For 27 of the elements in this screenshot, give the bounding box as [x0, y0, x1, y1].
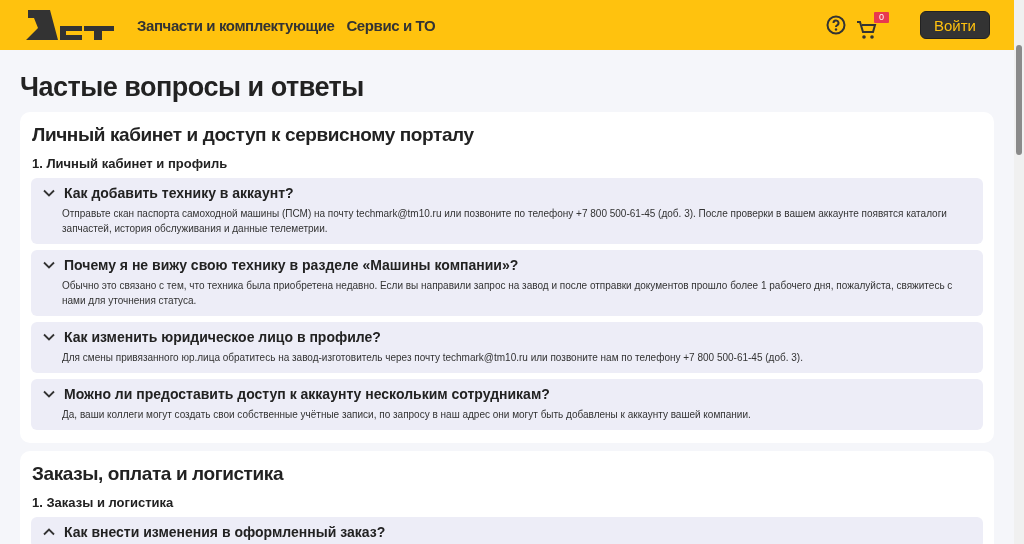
section-title: Заказы, оплата и логистика [32, 462, 285, 486]
scrollbar[interactable] [1014, 0, 1024, 544]
cart-count-badge: 0 [874, 12, 889, 23]
nav-link[interactable]: Сервис и ТО [346, 16, 436, 34]
faq-answer: Обычно это связано с тем, что техника была приобретена недавно. Если вы направили запрос на завод и после отправки документов прошло более 1 рабочего дня, пожалуйста, свяжитесь с нами для уточнения статуса. [62, 279, 954, 308]
chevron-icon[interactable] [43, 333, 55, 341]
page-title: Частые вопросы и ответы [20, 71, 365, 104]
faq-answer: Да, ваши коллеги могут создать свои собственные учётные записи, по запросу в наш адрес они могут быть добавлены к аккаунту вашей компании. [62, 408, 752, 422]
section-subtitle: 1. Личный кабинет и профиль [32, 156, 229, 172]
faq-question[interactable]: Как добавить технику в аккаунт? [64, 185, 294, 201]
faq-answer: Для смены привязанного юр.лица обратитесь на завод-изготовитель через почту techmark@tm10.ru или позвоните нам по телефону +7 800 500-61-45 (доб. 3). [62, 351, 804, 365]
faq-question[interactable]: Можно ли предоставить доступ к аккаунту нескольким сотрудникам? [64, 386, 550, 402]
section-subtitle: 1. Заказы и логистика [32, 495, 175, 511]
section-title: Личный кабинет и доступ к сервисному порталу [32, 123, 475, 147]
help-icon[interactable] [826, 15, 846, 35]
faq-answer: Отправьте скан паспорта самоходной машины (ПСМ) на почту techmark@tm10.ru или позвоните по телефону +7 800 500-61-45 (доб. 3). После проверки в вашем аккаунте появятся каталоги запчастей, история обслуживания и данные телеметрии. [62, 207, 948, 236]
chevron-icon[interactable] [43, 528, 55, 536]
faq-question[interactable]: Как изменить юридическое лицо в профиле? [64, 329, 381, 345]
login-button[interactable]: Войти [920, 11, 990, 39]
nav-link[interactable]: Запчасти и комплектующие [137, 16, 335, 34]
logo-icon[interactable] [24, 8, 115, 42]
cart-icon[interactable] [856, 20, 878, 40]
faq-question[interactable]: Почему я не вижу свою технику в разделе «Машины компании»? [64, 257, 519, 273]
faq-question[interactable]: Как внести изменения в оформленный заказ? [64, 524, 386, 540]
chevron-icon[interactable] [43, 261, 55, 269]
chevron-icon[interactable] [43, 390, 55, 398]
chevron-icon[interactable] [43, 189, 55, 197]
